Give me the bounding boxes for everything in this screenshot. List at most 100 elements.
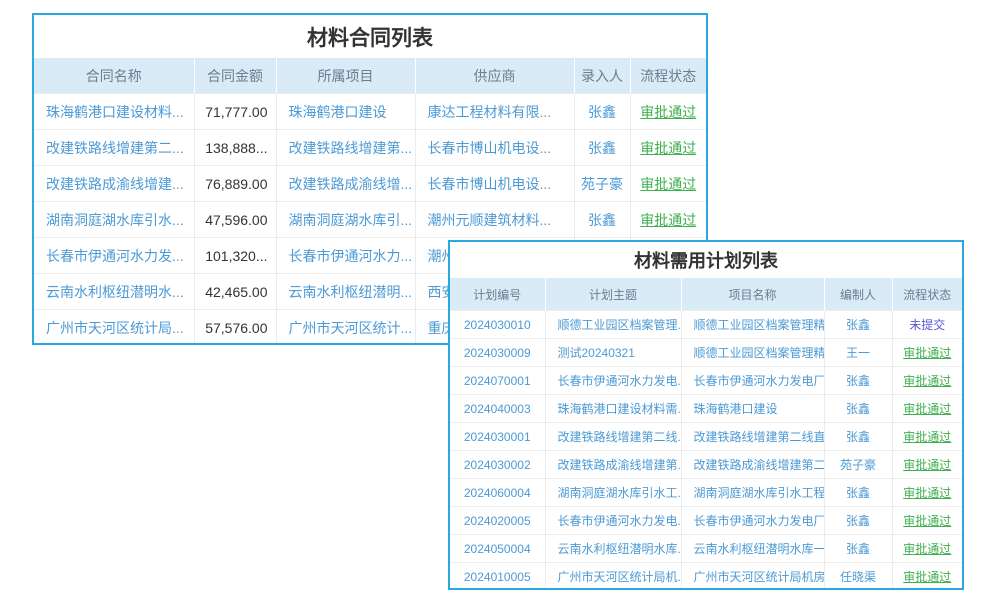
cell-project[interactable]: 广州市天河区统计... — [276, 310, 415, 346]
cell-no[interactable]: 2024030001 — [450, 423, 545, 451]
table-row: 2024070001长春市伊通河水力发电...长春市伊通河水力发电厂...张鑫审… — [450, 367, 962, 395]
cell-project[interactable]: 珠海鹤港口建设 — [681, 395, 824, 423]
cell-subject[interactable]: 改建铁路线增建第二线... — [545, 423, 681, 451]
table-row: 湖南洞庭湖水库引水...47,596.00湖南洞庭湖水库引...潮州元顺建筑材料… — [34, 202, 706, 238]
cell-name[interactable]: 改建铁路成渝线增建... — [34, 166, 194, 202]
cell-amount: 101,320... — [194, 238, 276, 274]
cell-compiler[interactable]: 任晓渠 — [824, 563, 892, 591]
cell-status[interactable]: 审批通过 — [630, 130, 706, 166]
cell-project[interactable]: 长春市伊通河水力发电厂... — [681, 507, 824, 535]
cell-project[interactable]: 珠海鹤港口建设 — [276, 94, 415, 130]
cell-project[interactable]: 长春市伊通河水力发电厂... — [681, 367, 824, 395]
cell-recorder[interactable]: 张鑫 — [574, 94, 630, 130]
cell-status[interactable]: 审批通过 — [892, 451, 962, 479]
cell-compiler[interactable]: 张鑫 — [824, 423, 892, 451]
table-row: 珠海鹤港口建设材料...71,777.00珠海鹤港口建设康达工程材料有限...张… — [34, 94, 706, 130]
cell-project[interactable]: 云南水利枢纽潜明水库一... — [681, 535, 824, 563]
cell-subject[interactable]: 珠海鹤港口建设材料需... — [545, 395, 681, 423]
cell-no[interactable]: 2024020005 — [450, 507, 545, 535]
cell-status[interactable]: 审批通过 — [630, 166, 706, 202]
cell-project[interactable]: 改建铁路成渝线增... — [276, 166, 415, 202]
cell-recorder[interactable]: 张鑫 — [574, 130, 630, 166]
cell-subject[interactable]: 云南水利枢纽潜明水库... — [545, 535, 681, 563]
cell-project[interactable]: 改建铁路线增建第二线直... — [681, 423, 824, 451]
cell-no[interactable]: 2024050004 — [450, 535, 545, 563]
cell-no[interactable]: 2024070001 — [450, 367, 545, 395]
cell-project[interactable]: 顺德工业园区档案管理精... — [681, 339, 824, 367]
table-row: 改建铁路线增建第二...138,888...改建铁路线增建第...长春市博山机电… — [34, 130, 706, 166]
dashboard-canvas: 材料合同列表 合同名称合同金额所属项目供应商录入人流程状态 珠海鹤港口建设材料.… — [0, 0, 1000, 600]
cell-project[interactable]: 长春市伊通河水力... — [276, 238, 415, 274]
cell-name[interactable]: 长春市伊通河水力发... — [34, 238, 194, 274]
contract-table-header-row: 合同名称合同金额所属项目供应商录入人流程状态 — [34, 58, 706, 94]
cell-name[interactable]: 珠海鹤港口建设材料... — [34, 94, 194, 130]
cell-amount: 57,576.00 — [194, 310, 276, 346]
column-header: 合同金额 — [194, 58, 276, 94]
cell-project[interactable]: 顺德工业园区档案管理精... — [681, 311, 824, 339]
cell-compiler[interactable]: 苑子豪 — [824, 451, 892, 479]
column-header: 项目名称 — [681, 278, 824, 311]
cell-project[interactable]: 云南水利枢纽潜明... — [276, 274, 415, 310]
cell-supplier[interactable]: 潮州元顺建筑材料... — [415, 202, 574, 238]
cell-subject[interactable]: 长春市伊通河水力发电... — [545, 367, 681, 395]
column-header: 流程状态 — [630, 58, 706, 94]
cell-project[interactable]: 湖南洞庭湖水库引水工程... — [681, 479, 824, 507]
cell-compiler[interactable]: 张鑫 — [824, 367, 892, 395]
cell-supplier[interactable]: 康达工程材料有限... — [415, 94, 574, 130]
cell-compiler[interactable]: 张鑫 — [824, 311, 892, 339]
cell-project[interactable]: 湖南洞庭湖水库引... — [276, 202, 415, 238]
cell-status[interactable]: 审批通过 — [892, 423, 962, 451]
cell-status[interactable]: 审批通过 — [630, 202, 706, 238]
cell-subject[interactable]: 顺德工业园区档案管理... — [545, 311, 681, 339]
cell-subject[interactable]: 湖南洞庭湖水库引水工... — [545, 479, 681, 507]
table-row: 2024030010顺德工业园区档案管理...顺德工业园区档案管理精...张鑫未… — [450, 311, 962, 339]
cell-status[interactable]: 审批通过 — [892, 395, 962, 423]
cell-no[interactable]: 2024030002 — [450, 451, 545, 479]
cell-project[interactable]: 改建铁路线增建第... — [276, 130, 415, 166]
cell-recorder[interactable]: 苑子豪 — [574, 166, 630, 202]
cell-compiler[interactable]: 张鑫 — [824, 479, 892, 507]
cell-project[interactable]: 改建铁路成渝线增建第二... — [681, 451, 824, 479]
plan-table-title: 材料需用计划列表 — [450, 242, 962, 278]
cell-no[interactable]: 2024040003 — [450, 395, 545, 423]
plan-table-header-row: 计划编号计划主题项目名称编制人流程状态 — [450, 278, 962, 311]
cell-name[interactable]: 湖南洞庭湖水库引水... — [34, 202, 194, 238]
cell-recorder[interactable]: 张鑫 — [574, 202, 630, 238]
cell-compiler[interactable]: 王一 — [824, 339, 892, 367]
cell-subject[interactable]: 广州市天河区统计局机... — [545, 563, 681, 591]
cell-status[interactable]: 审批通过 — [892, 507, 962, 535]
cell-supplier[interactable]: 长春市博山机电设... — [415, 166, 574, 202]
cell-subject[interactable]: 改建铁路成渝线增建第... — [545, 451, 681, 479]
cell-compiler[interactable]: 张鑫 — [824, 535, 892, 563]
cell-no[interactable]: 2024030010 — [450, 311, 545, 339]
cell-status[interactable]: 审批通过 — [892, 535, 962, 563]
cell-compiler[interactable]: 张鑫 — [824, 395, 892, 423]
table-row: 2024060004湖南洞庭湖水库引水工...湖南洞庭湖水库引水工程...张鑫审… — [450, 479, 962, 507]
cell-status[interactable]: 审批通过 — [892, 563, 962, 591]
cell-subject[interactable]: 长春市伊通河水力发电... — [545, 507, 681, 535]
cell-status[interactable]: 审批通过 — [892, 367, 962, 395]
cell-no[interactable]: 2024010005 — [450, 563, 545, 591]
cell-name[interactable]: 改建铁路线增建第二... — [34, 130, 194, 166]
column-header: 录入人 — [574, 58, 630, 94]
table-row: 改建铁路成渝线增建...76,889.00改建铁路成渝线增...长春市博山机电设… — [34, 166, 706, 202]
cell-status[interactable]: 未提交 — [892, 311, 962, 339]
cell-project[interactable]: 广州市天河区统计局机房... — [681, 563, 824, 591]
cell-status[interactable]: 审批通过 — [630, 94, 706, 130]
cell-status[interactable]: 审批通过 — [892, 339, 962, 367]
column-header: 供应商 — [415, 58, 574, 94]
cell-supplier[interactable]: 长春市博山机电设... — [415, 130, 574, 166]
material-requirement-plan-table: 计划编号计划主题项目名称编制人流程状态 2024030010顺德工业园区档案管理… — [450, 278, 962, 590]
table-row: 2024010005广州市天河区统计局机...广州市天河区统计局机房...任晓渠… — [450, 563, 962, 591]
column-header: 合同名称 — [34, 58, 194, 94]
cell-amount: 47,596.00 — [194, 202, 276, 238]
cell-name[interactable]: 广州市天河区统计局... — [34, 310, 194, 346]
cell-no[interactable]: 2024030009 — [450, 339, 545, 367]
cell-no[interactable]: 2024060004 — [450, 479, 545, 507]
column-header: 所属项目 — [276, 58, 415, 94]
column-header: 计划编号 — [450, 278, 545, 311]
cell-name[interactable]: 云南水利枢纽潜明水... — [34, 274, 194, 310]
cell-status[interactable]: 审批通过 — [892, 479, 962, 507]
cell-subject[interactable]: 测试20240321 — [545, 339, 681, 367]
cell-compiler[interactable]: 张鑫 — [824, 507, 892, 535]
